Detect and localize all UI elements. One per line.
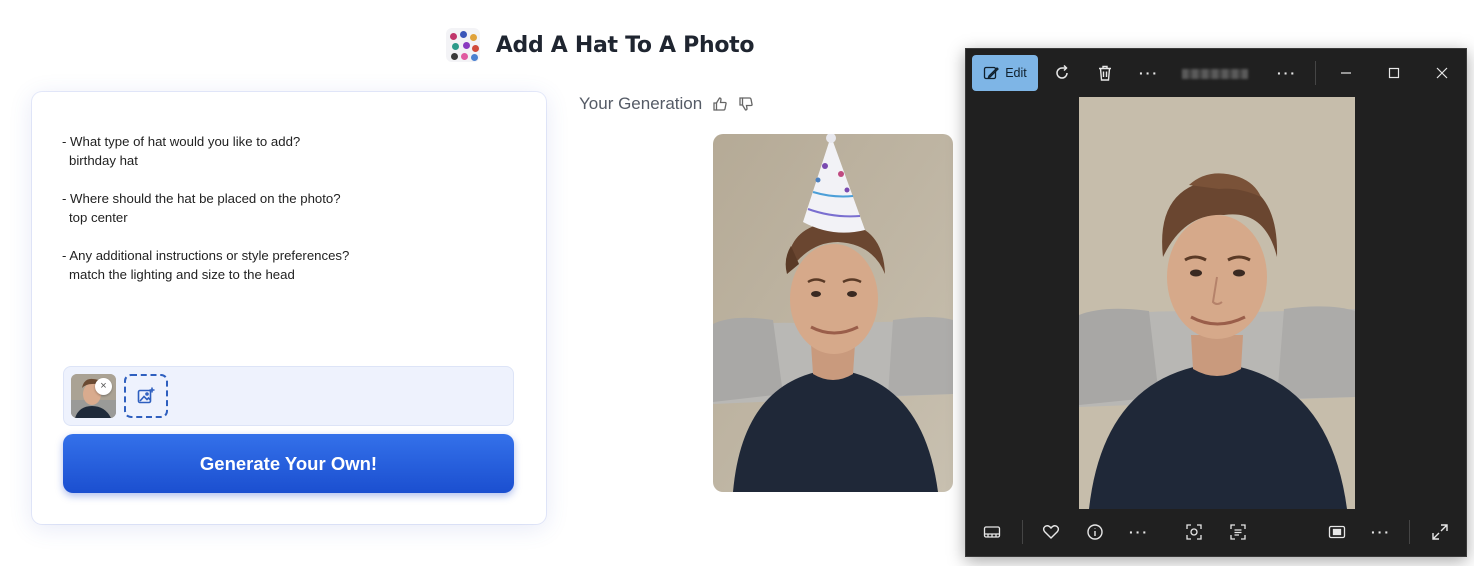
prompt-text: - What type of hat would you like to add… xyxy=(62,132,502,303)
prompt-item: - What type of hat would you like to add… xyxy=(62,132,502,170)
page-title: Add A Hat To A Photo xyxy=(495,32,755,58)
generation-header: Your Generation xyxy=(579,94,754,114)
add-image-button[interactable] xyxy=(124,374,168,418)
prompt-card: - What type of hat would you like to add… xyxy=(32,92,546,524)
prompt-item: - Any additional instructions or style p… xyxy=(62,246,502,284)
fit-icon[interactable] xyxy=(1325,520,1349,544)
viewer-bottom-bar: ··· ··· xyxy=(966,508,1466,556)
image-upload-strip: × xyxy=(63,366,514,426)
text-scan-icon[interactable] xyxy=(1226,520,1250,544)
fullscreen-icon[interactable] xyxy=(1428,520,1452,544)
prompt-question: - What type of hat would you like to add… xyxy=(62,134,301,149)
remove-photo-button[interactable]: × xyxy=(95,378,112,395)
more-icon[interactable]: ··· xyxy=(1369,520,1393,544)
generate-button[interactable]: Generate Your Own! xyxy=(63,434,514,493)
add-image-icon xyxy=(136,386,156,406)
more-icon[interactable]: ··· xyxy=(1137,61,1161,85)
edit-button[interactable]: Edit xyxy=(972,55,1038,91)
generation-title: Your Generation xyxy=(579,94,703,113)
prompt-item: - Where should the hat be placed on the … xyxy=(62,189,502,227)
edit-image-icon xyxy=(983,65,1000,81)
favorite-icon[interactable] xyxy=(1039,520,1063,544)
more-icon[interactable]: ··· xyxy=(1275,61,1299,85)
close-icon[interactable] xyxy=(1430,61,1454,85)
original-photo[interactable] xyxy=(1079,97,1355,509)
toolbar-divider xyxy=(1315,61,1316,85)
photos-viewer-window: Edit ··· ··· ··· ··· xyxy=(965,48,1467,557)
prompt-answer: birthday hat xyxy=(69,153,138,168)
file-name-blurred xyxy=(1182,69,1248,79)
generated-image[interactable] xyxy=(713,134,953,492)
more-icon[interactable]: ··· xyxy=(1127,520,1151,544)
rotate-icon[interactable] xyxy=(1050,61,1074,85)
visual-search-icon[interactable] xyxy=(1182,520,1206,544)
filmstrip-icon[interactable] xyxy=(980,520,1004,544)
viewer-toolbar: Edit ··· ··· xyxy=(966,49,1466,97)
info-icon[interactable] xyxy=(1083,520,1107,544)
bottom-divider xyxy=(1022,520,1023,544)
minimize-icon[interactable] xyxy=(1334,61,1358,85)
bottom-divider xyxy=(1409,520,1410,544)
prompt-question: - Where should the hat be placed on the … xyxy=(62,191,341,206)
hat-collage-logo-icon xyxy=(445,28,480,62)
edit-label: Edit xyxy=(1005,66,1027,80)
delete-icon[interactable] xyxy=(1093,61,1117,85)
prompt-question: - Any additional instructions or style p… xyxy=(62,248,350,263)
thumbs-up-icon[interactable] xyxy=(712,96,728,112)
prompt-answer: top center xyxy=(69,210,128,225)
prompt-answer: match the lighting and size to the head xyxy=(69,267,295,282)
maximize-icon[interactable] xyxy=(1382,61,1406,85)
thumbs-down-icon[interactable] xyxy=(738,96,754,112)
